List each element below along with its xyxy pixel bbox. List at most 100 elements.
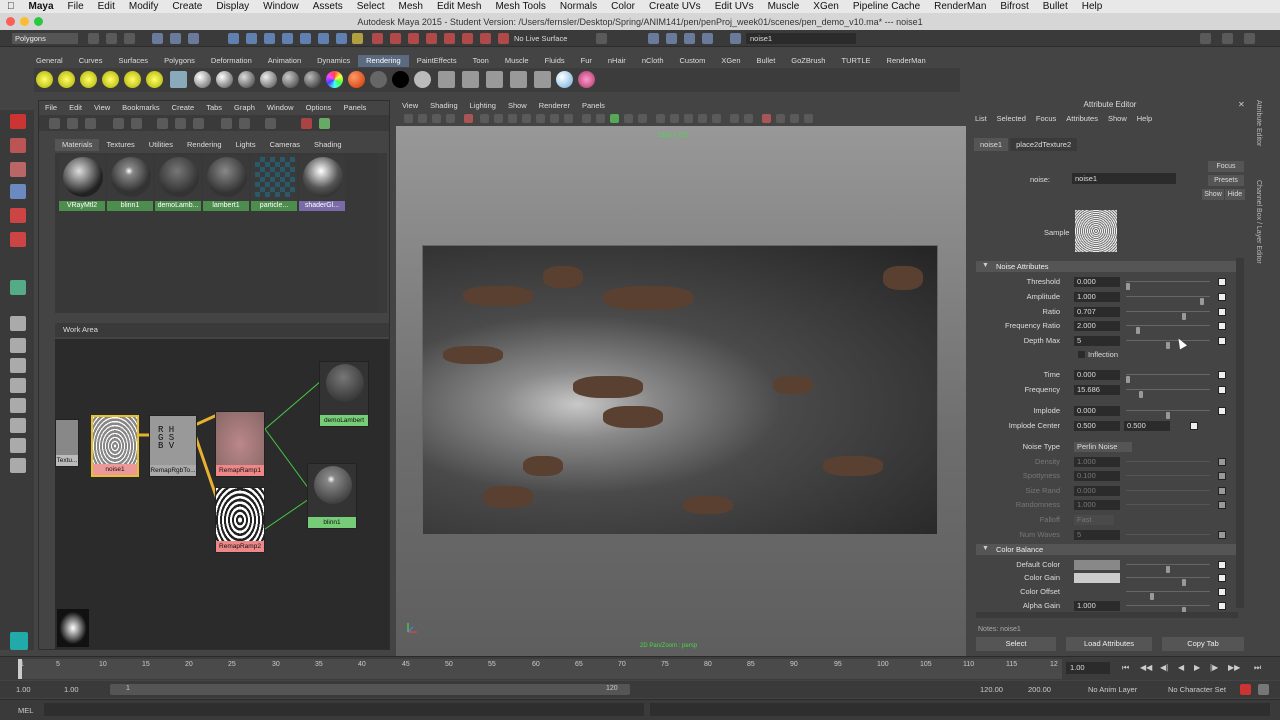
mel-label[interactable]: MEL: [18, 706, 33, 715]
slider-knob[interactable]: [1126, 376, 1130, 383]
hs-input-connections-icon[interactable]: [157, 118, 168, 129]
implode-center-y[interactable]: 0.500: [1124, 421, 1170, 431]
attr-value-field[interactable]: 5: [1074, 336, 1120, 346]
hs-tab-materials[interactable]: Materials: [55, 139, 100, 151]
shelf-tab-custom[interactable]: Custom: [672, 55, 714, 67]
ae-tab-noise1[interactable]: noise1: [974, 138, 1009, 151]
attr-slider[interactable]: [1126, 591, 1210, 600]
scale-tool-icon[interactable]: [10, 232, 26, 247]
quick-layout-icon[interactable]: [10, 632, 28, 650]
render-settings-icon[interactable]: [408, 33, 419, 44]
snap-curve-icon[interactable]: [246, 33, 257, 44]
time-slider[interactable]: 1 5 10 15 20 25 30 35 40 45 50 55 60 65 …: [0, 656, 1280, 680]
manipulator-icon[interactable]: [10, 280, 26, 295]
batch-render-icon[interactable]: [480, 33, 491, 44]
current-frame-field[interactable]: 1.00: [1066, 662, 1110, 674]
go-to-start-icon[interactable]: ⏮: [1122, 663, 1129, 673]
shelf-tab-surfaces[interactable]: Surfaces: [110, 55, 156, 67]
area-light-icon[interactable]: [124, 71, 141, 88]
collapse-arrow-icon[interactable]: ▼: [982, 545, 989, 552]
vp-safe-action-icon[interactable]: [550, 114, 559, 123]
swatch-blinn1[interactable]: blinn1: [107, 155, 153, 211]
apple-icon[interactable]: : [0, 1, 22, 12]
map-button-icon[interactable]: [1218, 293, 1226, 301]
menu-assets[interactable]: Assets: [306, 1, 350, 12]
layout-outliner-icon[interactable]: [10, 398, 26, 413]
viewport-scene[interactable]: 1280 x 720 2D Pan/Zoom : persp: [396, 126, 966, 656]
menu-file[interactable]: File: [61, 1, 91, 12]
vp-field-chart-icon[interactable]: [536, 114, 545, 123]
map-button-icon[interactable]: [1218, 501, 1226, 509]
color-balance-section[interactable]: Color Balance: [976, 544, 1238, 555]
ae-presets-button[interactable]: Presets: [1208, 175, 1244, 186]
playback-end-field[interactable]: 120.00: [980, 685, 1003, 694]
menu-select[interactable]: Select: [350, 1, 392, 12]
ae-select-button[interactable]: Select: [976, 637, 1056, 651]
attr-value-field[interactable]: 0.000: [1074, 406, 1120, 416]
ambient-light-icon[interactable]: [36, 71, 53, 88]
map-button-icon[interactable]: [1218, 278, 1226, 286]
vp-menu-panels[interactable]: Panels: [576, 100, 611, 112]
phong-shader-icon[interactable]: [238, 71, 255, 88]
hs-menu-edit[interactable]: Edit: [63, 103, 88, 112]
attr-slider[interactable]: [1126, 340, 1210, 349]
color-swatch[interactable]: [1074, 587, 1120, 597]
use-background-icon[interactable]: [392, 71, 409, 88]
map-button-icon[interactable]: [1218, 531, 1226, 539]
shelf-tab-deformation[interactable]: Deformation: [203, 55, 260, 67]
vp-gamma-icon[interactable]: [744, 114, 753, 123]
phonge-shader-icon[interactable]: [260, 71, 277, 88]
vp-textured-icon[interactable]: [610, 114, 619, 123]
vp-menu-renderer[interactable]: Renderer: [533, 100, 576, 112]
ae-horizontal-scrollbar[interactable]: [976, 612, 1238, 618]
map-button-icon[interactable]: [1218, 371, 1226, 379]
hs-menu-file[interactable]: File: [39, 103, 63, 112]
collapse-arrow-icon[interactable]: ▼: [982, 262, 989, 269]
vp-2d-pan-icon[interactable]: [464, 114, 473, 123]
hypershade-icon[interactable]: [426, 33, 437, 44]
menu-edit[interactable]: Edit: [91, 1, 122, 12]
attr-slider[interactable]: [1126, 475, 1210, 476]
panel-layout-icon[interactable]: [1200, 33, 1211, 44]
hs-toggle-create-icon[interactable]: [49, 118, 60, 129]
slider-knob[interactable]: [1200, 298, 1204, 305]
map-button-icon[interactable]: [1218, 588, 1226, 596]
ipr-render-icon[interactable]: [390, 33, 401, 44]
map-button-icon[interactable]: [1218, 308, 1226, 316]
volume-light-icon[interactable]: [146, 71, 163, 88]
snap-live-icon[interactable]: [318, 33, 329, 44]
shelf-tab-muscle[interactable]: Muscle: [497, 55, 537, 67]
vp-menu-lighting[interactable]: Lighting: [464, 100, 502, 112]
paint-select-icon[interactable]: [10, 162, 26, 177]
shelf-tab-rendering[interactable]: Rendering: [358, 55, 409, 67]
swatch-vraymtl2[interactable]: VRayMtl2: [59, 155, 105, 211]
history-icon[interactable]: [352, 33, 363, 44]
attr-value-field[interactable]: 5: [1074, 530, 1120, 540]
ae-tab-place2dtexture2[interactable]: place2dTexture2: [1010, 138, 1078, 151]
hs-tab-cameras[interactable]: Cameras: [263, 139, 307, 151]
ae-close-icon[interactable]: ✕: [1238, 100, 1245, 109]
work-area[interactable]: Textu... noise1 R HG SB V RemapRgbTo... …: [55, 339, 389, 649]
snap-point-icon[interactable]: [264, 33, 275, 44]
menu-help[interactable]: Help: [1075, 1, 1110, 12]
menu-bifrost[interactable]: Bifrost: [993, 1, 1035, 12]
map-button-icon[interactable]: [1218, 472, 1226, 480]
shelf-tab-renderman[interactable]: RenderMan: [879, 55, 934, 67]
vp-menu-shading[interactable]: Shading: [424, 100, 464, 112]
modeling-toolkit-icon[interactable]: [702, 33, 713, 44]
vp-menu-view[interactable]: View: [396, 100, 424, 112]
color-swatch[interactable]: [1074, 560, 1120, 570]
hs-menu-create[interactable]: Create: [166, 103, 201, 112]
render-view-shelf-icon[interactable]: [438, 71, 455, 88]
attr-value-field[interactable]: 0.707: [1074, 307, 1120, 317]
slider-knob[interactable]: [1166, 412, 1170, 419]
hs-rearrange-icon[interactable]: [239, 118, 250, 129]
clear-shader-icon[interactable]: [414, 71, 431, 88]
swatch-particlecloud[interactable]: particle...: [251, 155, 297, 211]
input-line-icon[interactable]: [596, 33, 607, 44]
attr-value-field[interactable]: 1.000: [1074, 292, 1120, 302]
step-back-key-icon[interactable]: ◀◀: [1140, 663, 1152, 672]
show-hide-channel-box-icon[interactable]: [684, 33, 695, 44]
hs-menu-window[interactable]: Window: [261, 103, 300, 112]
attr-value-field[interactable]: 15.686: [1074, 385, 1120, 395]
